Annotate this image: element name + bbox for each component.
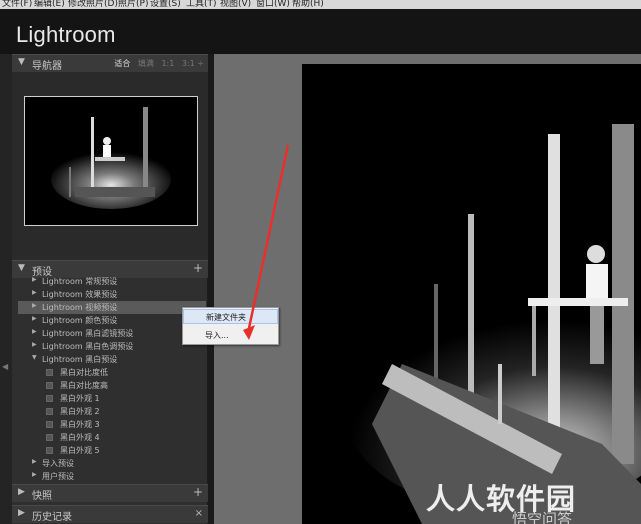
triangle-right-icon[interactable]: ▶: [32, 458, 37, 465]
context-menu: 新建文件夹 导入...: [182, 307, 279, 345]
menu-develop[interactable]: 修改照片(D): [68, 0, 118, 9]
preset-icon: [46, 447, 53, 454]
zoom-1-1[interactable]: 1:1: [161, 59, 174, 68]
navigator-header[interactable]: ▼ 导航器 适合 填满 1:1 3:1 ÷: [12, 54, 208, 72]
watermark-sub: 悟空问答: [512, 510, 573, 524]
thumbnail-image: [25, 97, 197, 225]
triangle-right-icon[interactable]: ▶: [32, 289, 37, 296]
zoom-fill[interactable]: 填满: [138, 59, 154, 68]
preset-folder[interactable]: ▶ Lightroom 颜色预设: [18, 314, 206, 327]
add-snapshot-icon[interactable]: +: [193, 485, 203, 499]
zoom-fit[interactable]: 适合: [114, 59, 130, 68]
preset-folder[interactable]: ▶ Lightroom 效果预设: [18, 288, 206, 301]
collapse-left-icon[interactable]: ◀: [2, 362, 8, 371]
preset-list: ▶ Lightroom 常规预设 ▶ Lightroom 效果预设 ▶ Lightro…: [18, 275, 206, 483]
triangle-right-icon[interactable]: ▶: [32, 328, 37, 335]
expand-triangle-icon[interactable]: ▶: [18, 487, 25, 497]
add-preset-icon[interactable]: +: [193, 261, 203, 275]
preset-item[interactable]: 黑白外观 5: [18, 444, 206, 457]
triangle-right-icon[interactable]: ▶: [32, 341, 37, 348]
preset-icon: [46, 421, 53, 428]
navigator-title: 导航器: [32, 61, 62, 72]
import-menu-item[interactable]: 导入...: [183, 328, 278, 343]
triangle-right-icon[interactable]: ▶: [32, 471, 37, 478]
collapse-triangle-icon[interactable]: ▼: [18, 263, 25, 273]
history-header[interactable]: ▶ 历史记录 ×: [12, 505, 208, 523]
left-panel-edge[interactable]: ◀: [0, 54, 12, 524]
triangle-right-icon[interactable]: ▶: [32, 315, 37, 322]
navigator-thumbnail[interactable]: [24, 96, 198, 226]
app-title: Lightroom: [16, 22, 116, 47]
triangle-right-icon[interactable]: ▶: [32, 276, 37, 283]
menu-bar: 文件(F) 编辑(E) 修改照片(D) 照片(P) 设置(S) 工具(T) 视图…: [0, 0, 641, 9]
left-panel: ▼ 导航器 适合 填满 1:1 3:1 ÷ ▼ 预设 + ▶ Lightroom…: [12, 54, 208, 524]
preset-item[interactable]: 黑白对比度低: [18, 366, 206, 379]
main-photo[interactable]: [302, 64, 641, 524]
preset-icon: [46, 382, 53, 389]
preset-icon: [46, 369, 53, 376]
preset-folder[interactable]: ▶ Lightroom 常规预设: [18, 275, 206, 288]
preset-folder[interactable]: ▶ 导入预设: [18, 457, 206, 470]
menu-help[interactable]: 帮助(H): [292, 0, 324, 9]
collapse-triangle-icon[interactable]: ▼: [18, 57, 25, 67]
menu-edit[interactable]: 编辑(E): [34, 0, 65, 9]
preset-folder[interactable]: ▶ Lightroom 黑白滤镜预设: [18, 327, 206, 340]
photo-image: [302, 64, 641, 524]
history-title: 历史记录: [32, 512, 72, 523]
preset-item[interactable]: 黑白对比度高: [18, 379, 206, 392]
menu-file[interactable]: 文件(F): [2, 0, 32, 9]
preset-folder[interactable]: ▶ Lightroom 黑白色调预设: [18, 340, 206, 353]
clear-history-icon[interactable]: ×: [195, 508, 203, 519]
preset-item[interactable]: 黑白外观 4: [18, 431, 206, 444]
snapshots-title: 快照: [32, 491, 52, 502]
expand-triangle-icon[interactable]: ▶: [18, 508, 25, 518]
preset-folder-open[interactable]: ▼ Lightroom 黑白预设: [18, 353, 206, 366]
menu-view[interactable]: 视图(V): [220, 0, 251, 9]
preset-icon: [46, 408, 53, 415]
preset-folder[interactable]: ▶ Lightroom 视频预设: [18, 301, 206, 314]
new-folder-menu-item[interactable]: 新建文件夹: [183, 309, 278, 324]
menu-window[interactable]: 窗口(W): [256, 0, 290, 9]
preset-item[interactable]: 黑白外观 3: [18, 418, 206, 431]
preset-icon: [46, 395, 53, 402]
zoom-options: 适合 填满 1:1 3:1 ÷: [109, 58, 204, 69]
menu-photo[interactable]: 照片(P): [118, 0, 148, 9]
triangle-down-icon[interactable]: ▼: [32, 354, 37, 361]
zoom-3-1[interactable]: 3:1 ÷: [182, 59, 204, 68]
snapshots-header[interactable]: ▶ 快照 +: [12, 484, 208, 502]
navigator-preview-area: [12, 72, 208, 260]
title-bar: Lightroom: [0, 9, 641, 54]
preset-icon: [46, 434, 53, 441]
preset-folder[interactable]: ▶ 用户预设: [18, 470, 206, 483]
menu-settings[interactable]: 设置(S): [150, 0, 181, 9]
menu-tools[interactable]: 工具(T): [186, 0, 217, 9]
preset-item[interactable]: 黑白外观 2: [18, 405, 206, 418]
triangle-right-icon[interactable]: ▶: [32, 302, 37, 309]
preset-item[interactable]: 黑白外观 1: [18, 392, 206, 405]
